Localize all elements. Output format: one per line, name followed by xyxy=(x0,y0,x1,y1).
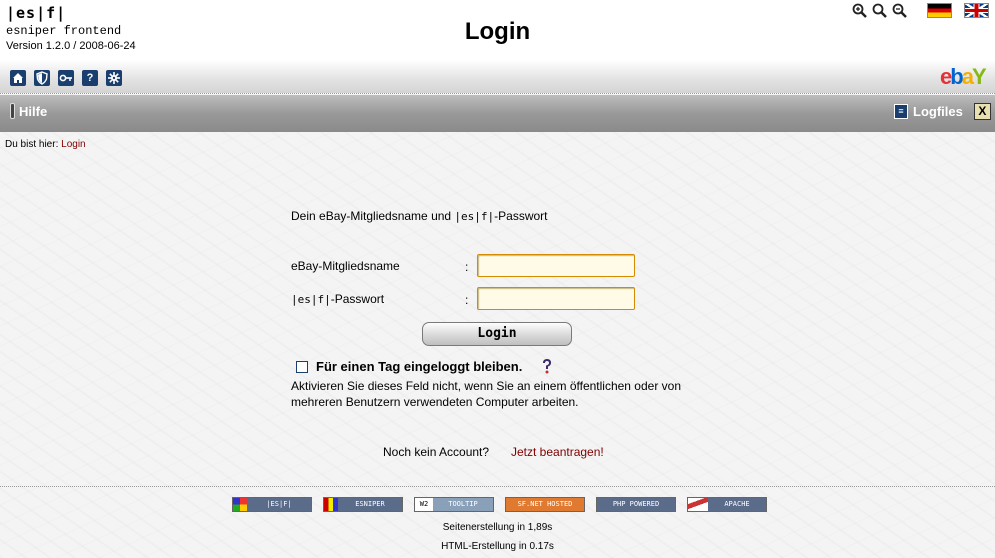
footer-badges: |ES|F| ESNIPER W2 TOOLTIP SF.NET HOSTED … xyxy=(232,497,767,512)
stay-logged-in-label[interactable]: Für einen Tag eingeloggt bleiben. xyxy=(316,359,522,374)
password-label-suffix: -Passwort xyxy=(330,292,385,306)
nav-logfiles-label: Logfiles xyxy=(913,104,963,119)
badge-esf-label: |ES|F| xyxy=(247,498,311,511)
settings-icon[interactable] xyxy=(106,70,122,86)
german-flag-icon[interactable] xyxy=(927,3,952,18)
document-icon: ≡ xyxy=(894,104,908,119)
stay-logged-in-checkbox[interactable] xyxy=(296,361,308,373)
password-label: |es|f|-Passwort xyxy=(291,292,384,306)
breadcrumb-current[interactable]: Login xyxy=(61,139,85,150)
nav-bar: Hilfe ≡ Logfiles X xyxy=(0,95,995,132)
register-link[interactable]: Jetzt beantragen! xyxy=(511,445,604,459)
badge-esniper-label: ESNIPER xyxy=(338,498,402,511)
zoom-reset-icon[interactable] xyxy=(872,3,888,19)
password-label-logo: |es|f| xyxy=(291,293,331,306)
badge-sfnet[interactable]: SF.NET HOSTED xyxy=(505,497,585,512)
page-header: |es|f| esniper frontend Version 1.2.0 / … xyxy=(0,0,995,60)
badge-esniper[interactable]: ESNIPER xyxy=(323,497,403,512)
page-render-time: Seitenerstellung in 1,89s xyxy=(442,522,553,533)
language-flags xyxy=(927,3,989,18)
stay-logged-in-help: Aktivieren Sie dieses Feld nicht, wenn S… xyxy=(291,379,682,409)
badge-sfnet-label: SF.NET HOSTED xyxy=(506,498,584,511)
esniper-badge-icon xyxy=(324,498,338,511)
english-flag-icon[interactable] xyxy=(964,3,989,18)
nav-help[interactable]: Hilfe xyxy=(10,103,47,119)
w2-badge-icon: W2 xyxy=(415,498,433,511)
badge-php-label: PHP POWERED xyxy=(597,498,675,511)
zoom-controls xyxy=(852,3,908,19)
nav-help-label: Hilfe xyxy=(19,103,48,119)
esf-badge-icon xyxy=(233,498,247,511)
badge-tooltip[interactable]: W2 TOOLTIP xyxy=(414,497,494,512)
breadcrumb: Du bist hier: Login xyxy=(5,139,86,150)
help-icon[interactable]: ? xyxy=(82,70,98,86)
login-button[interactable]: Login xyxy=(422,322,572,346)
badge-esf[interactable]: |ES|F| xyxy=(232,497,312,512)
badge-apache-label: APACHE xyxy=(708,498,766,511)
badge-php[interactable]: PHP POWERED xyxy=(596,497,676,512)
password-colon: : xyxy=(465,293,469,307)
form-intro-logo: |es|f| xyxy=(454,210,495,223)
form-intro-prefix: Dein eBay-Mitgliedsname und xyxy=(291,209,455,223)
username-input[interactable] xyxy=(477,254,635,277)
password-input[interactable] xyxy=(477,287,635,310)
shield-icon[interactable] xyxy=(34,70,50,86)
apache-feather-icon xyxy=(688,498,708,511)
nav-logfiles[interactable]: ≡ Logfiles X xyxy=(894,103,991,120)
form-intro-suffix: -Passwort xyxy=(494,209,548,223)
toolbar-icons: ? xyxy=(10,70,122,86)
toolbar: ? xyxy=(0,60,995,94)
badge-apache[interactable]: APACHE xyxy=(687,497,767,512)
page-title: Login xyxy=(464,18,531,45)
breadcrumb-prefix: Du bist hier: xyxy=(5,139,59,150)
home-icon[interactable] xyxy=(10,70,26,86)
badge-tooltip-label: TOOLTIP xyxy=(433,498,493,511)
zoom-out-icon[interactable] xyxy=(892,3,908,19)
question-mark-icon[interactable] xyxy=(539,358,555,379)
key-icon[interactable] xyxy=(58,70,74,86)
close-icon[interactable]: X xyxy=(973,103,991,120)
username-label: eBay-Mitgliedsname xyxy=(291,259,400,273)
html-render-time: HTML-Erstellung in 0.17s xyxy=(441,541,554,552)
username-colon: : xyxy=(465,260,469,274)
no-account-text: Noch kein Account? xyxy=(383,445,490,459)
zoom-in-icon[interactable] xyxy=(852,3,868,19)
nav-handle-icon xyxy=(10,103,15,119)
ebay-logo-icon[interactable]: ebaY xyxy=(940,64,987,90)
footer-divider xyxy=(0,486,995,487)
form-intro: Dein eBay-Mitgliedsname und |es|f|-Passw… xyxy=(291,209,548,223)
